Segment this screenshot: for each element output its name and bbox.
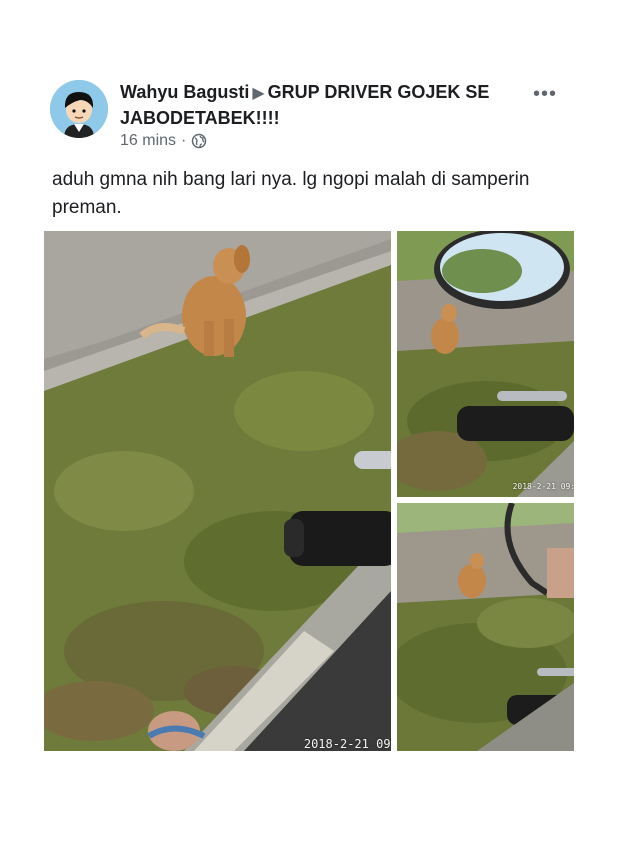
photo-top-right[interactable]: 2018-2-21 09:3 — [397, 231, 574, 497]
dog-path-photo-illustration — [397, 503, 574, 751]
avatar-illustration — [50, 80, 108, 138]
post-text: aduh gmna nih bang lari nya. lg ngopi ma… — [52, 169, 530, 218]
author-name[interactable]: Wahyu Bagusti — [120, 82, 249, 102]
photo-timestamp: 2018-2-21 09:3 — [512, 482, 574, 491]
dog-photo-illustration — [44, 231, 391, 751]
post-header: Wahyu Bagusti ▶ GRUP DRIVER GOJEK SE JABOD… — [120, 80, 520, 130]
post-meta: 16 mins · — [120, 132, 207, 150]
photo-timestamp: 2018-2-21 09:3 — [303, 737, 391, 751]
globe-icon[interactable] — [191, 133, 207, 149]
arrow-right-icon: ▶ — [252, 85, 265, 102]
author-avatar[interactable] — [50, 80, 108, 138]
post-time[interactable]: 16 mins — [120, 132, 176, 150]
meta-separator: · — [181, 132, 187, 149]
more-options-button[interactable]: ••• — [530, 84, 560, 104]
photo-main[interactable]: 2018-2-21 09:3 — [44, 231, 391, 751]
dog-mirror-photo-illustration — [397, 231, 574, 497]
photo-bottom-right[interactable] — [397, 503, 574, 751]
